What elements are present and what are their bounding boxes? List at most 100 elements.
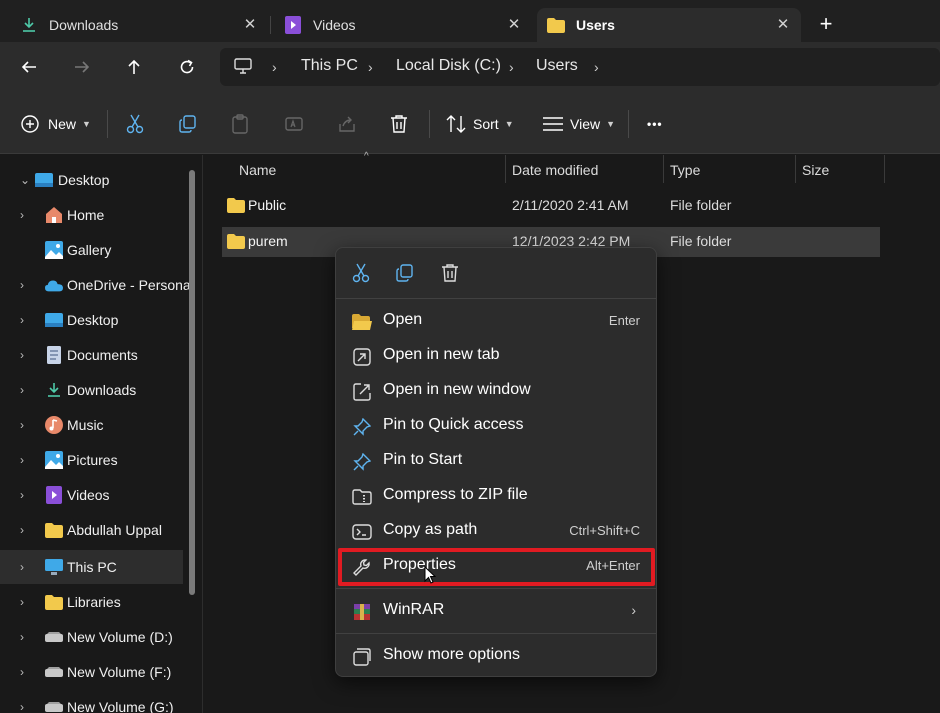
sort-button[interactable]: Sort ▼: [446, 112, 514, 136]
sidebar-item-pictures[interactable]: › Pictures: [0, 443, 183, 477]
chevron-right-icon[interactable]: ›: [20, 383, 32, 397]
highlight-box: [338, 548, 655, 586]
sidebar-item-libraries[interactable]: › Libraries: [0, 585, 183, 619]
chevron-right-icon[interactable]: ›: [20, 278, 32, 292]
chevron-right-icon[interactable]: ›: [20, 208, 32, 222]
chevron-right-icon[interactable]: ›: [20, 560, 32, 574]
menu-item-open-new-tab[interactable]: Open in new tab: [342, 339, 650, 373]
tab-bar: Downloads ✕ Videos ✕ Users ✕ +: [0, 0, 940, 48]
new-window-icon: [352, 382, 372, 402]
close-icon[interactable]: ✕: [506, 17, 522, 33]
tab-videos[interactable]: Videos ✕: [272, 8, 532, 42]
delete-button[interactable]: [390, 112, 408, 136]
menu-item-pin-quick-access[interactable]: Pin to Quick access: [342, 409, 650, 443]
toolbar-divider: [107, 110, 108, 138]
folder-icon: [227, 198, 245, 216]
copy-button[interactable]: [394, 262, 416, 284]
close-icon[interactable]: ✕: [242, 17, 258, 33]
view-button[interactable]: View ▼: [543, 112, 615, 136]
sidebar-item-label: Pictures: [67, 452, 118, 468]
sidebar-item-onedrive[interactable]: › OneDrive - Personal: [0, 268, 194, 302]
paste-button[interactable]: [232, 112, 248, 136]
menu-item-copy-path[interactable]: Copy as path Ctrl+Shift+C: [342, 514, 650, 548]
breadcrumb-users[interactable]: Users: [536, 57, 578, 75]
chevron-right-icon[interactable]: ›: [20, 700, 32, 713]
cut-button[interactable]: [126, 112, 144, 136]
sidebar-item-volume-d[interactable]: › New Volume (D:): [0, 620, 183, 654]
column-divider[interactable]: [663, 155, 664, 183]
delete-button[interactable]: [439, 262, 461, 284]
menu-item-open[interactable]: Open Enter: [342, 304, 650, 338]
chevron-down-icon[interactable]: ⌄: [20, 173, 32, 187]
drive-icon: [45, 698, 63, 713]
column-header-name[interactable]: Name: [239, 162, 276, 178]
videos-icon: [284, 16, 302, 34]
column-divider[interactable]: [884, 155, 885, 183]
close-icon[interactable]: ✕: [775, 17, 791, 33]
chevron-right-icon[interactable]: ›: [20, 630, 32, 644]
sidebar-item-music[interactable]: › Music: [0, 408, 183, 442]
column-divider[interactable]: [795, 155, 796, 183]
winrar-icon: [352, 602, 372, 622]
sidebar-item-downloads[interactable]: › Downloads: [0, 373, 183, 407]
sidebar-item-documents[interactable]: › Documents: [0, 338, 183, 372]
menu-item-winrar[interactable]: WinRAR ›: [342, 594, 650, 628]
tab-downloads[interactable]: Downloads ✕: [8, 8, 268, 42]
copy-button[interactable]: [179, 112, 197, 136]
sidebar-item-gallery[interactable]: Gallery: [0, 233, 183, 267]
menu-item-label: Open in new tab: [383, 346, 500, 363]
chevron-right-icon[interactable]: ›: [20, 488, 32, 502]
menu-item-pin-start[interactable]: Pin to Start: [342, 444, 650, 478]
column-divider[interactable]: [505, 155, 506, 183]
column-header-date[interactable]: Date modified: [512, 162, 598, 178]
refresh-button[interactable]: [175, 55, 199, 79]
menu-item-label: Open in new window: [383, 381, 531, 398]
chevron-right-icon[interactable]: ›: [20, 665, 32, 679]
menu-item-label: Copy as path: [383, 521, 478, 538]
scissors-icon: [126, 114, 144, 134]
chevron-right-icon[interactable]: ›: [20, 348, 32, 362]
sidebar-scrollbar[interactable]: [189, 170, 195, 595]
chevron-right-icon[interactable]: ›: [594, 59, 599, 75]
share-button[interactable]: [338, 112, 356, 136]
table-row[interactable]: Public 2/11/2020 2:41 AM File folder: [222, 191, 880, 221]
column-header-type[interactable]: Type: [670, 162, 700, 178]
tab-label: Videos: [313, 17, 356, 33]
new-label: New: [48, 116, 77, 132]
chevron-right-icon[interactable]: ›: [20, 313, 32, 327]
sidebar-item-this-pc[interactable]: › This PC: [0, 550, 183, 584]
menu-item-open-new-window[interactable]: Open in new window: [342, 374, 650, 408]
navigation-pane: ⌄ Desktop › Home Gallery › OneDrive - Pe…: [0, 155, 203, 713]
address-bar[interactable]: › This PC › Local Disk (C:) › Users ›: [220, 48, 940, 86]
cut-button[interactable]: [350, 262, 372, 284]
up-button[interactable]: [122, 55, 146, 79]
sidebar-item-videos[interactable]: › Videos: [0, 478, 183, 512]
forward-button[interactable]: [70, 55, 94, 79]
sidebar-item-volume-f[interactable]: › New Volume (F:): [0, 655, 183, 689]
breadcrumb-this-pc[interactable]: This PC: [301, 57, 358, 75]
column-header-size[interactable]: Size: [802, 162, 829, 178]
sidebar-item-volume-g[interactable]: › New Volume (G:): [0, 690, 183, 713]
breadcrumb-local-disk[interactable]: Local Disk (C:): [396, 57, 501, 75]
menu-item-show-more-options[interactable]: Show more options: [342, 639, 650, 673]
arrow-up-icon: [128, 59, 140, 74]
sidebar-item-home[interactable]: › Home: [0, 198, 183, 232]
chevron-right-icon[interactable]: ›: [20, 523, 32, 537]
chevron-right-icon[interactable]: ›: [20, 595, 32, 609]
back-button[interactable]: [17, 55, 41, 79]
rename-button[interactable]: [285, 112, 303, 136]
chevron-right-icon[interactable]: ›: [20, 418, 32, 432]
sidebar-item-desktop-2[interactable]: › Desktop: [0, 303, 183, 337]
tab-users[interactable]: Users ✕: [537, 8, 801, 42]
menu-item-compress-zip[interactable]: Compress to ZIP file: [342, 479, 650, 513]
sidebar-item-abdullah-uppal[interactable]: › Abdullah Uppal: [0, 513, 183, 547]
file-name: purem: [248, 233, 288, 249]
sidebar-item-desktop[interactable]: ⌄ Desktop: [0, 163, 183, 197]
navigation-bar: › This PC › Local Disk (C:) › Users ›: [0, 42, 940, 94]
new-tab-button[interactable]: +: [814, 13, 838, 37]
new-button[interactable]: New ▼: [21, 112, 91, 136]
folder-open-icon: [352, 312, 372, 332]
tab-label: Downloads: [49, 17, 119, 33]
more-options-button[interactable]: •••: [647, 112, 663, 136]
chevron-right-icon[interactable]: ›: [20, 453, 32, 467]
